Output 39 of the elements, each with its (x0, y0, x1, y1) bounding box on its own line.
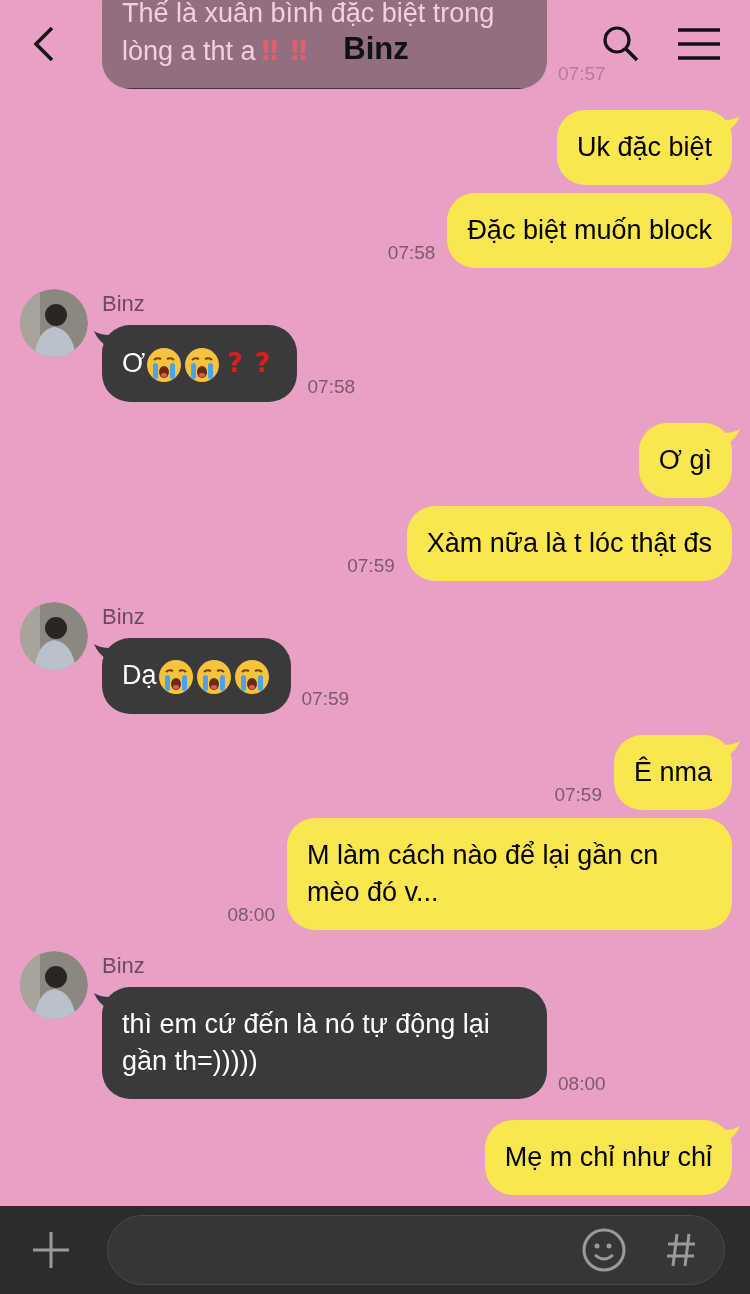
message-time: 08:00 (227, 904, 275, 924)
sender-name: Binz (102, 952, 146, 979)
avatar (20, 289, 88, 357)
avatar (20, 950, 88, 1019)
message-time: 07:58 (307, 376, 356, 396)
hashtag-icon (666, 1232, 696, 1268)
chat-title: Binz (343, 32, 409, 64)
plus-icon (32, 1231, 70, 1269)
crying-face-icon (184, 346, 221, 383)
avatar (20, 601, 88, 670)
crying-face-icon (233, 658, 270, 695)
message-bubble: Dạ (102, 637, 291, 714)
smiley-icon (582, 1228, 626, 1272)
message-bubble: M làm cách nào để lại gần cn mèo đó v... (287, 817, 732, 930)
search-icon (602, 25, 640, 63)
menu-icon (678, 28, 720, 60)
add-button[interactable] (32, 1230, 72, 1270)
message-bubble: thì em cứ đến là nó tự động lại gần th=))))) (102, 986, 547, 1099)
sender-name: Binz (102, 291, 146, 317)
message-bubble: Ơ ? ? (102, 325, 297, 402)
message-time: 07:59 (301, 688, 350, 708)
message-bubble: Uk đặc biệt (556, 110, 732, 185)
message-bubble: Mẹ m chỉ như chỉ (484, 1119, 732, 1195)
message-bubble: Ê nma (613, 734, 732, 810)
emoji-button[interactable] (582, 1228, 626, 1272)
message-bubble: Xàm nữa là t lóc thật đs (406, 505, 732, 581)
menu-button[interactable] (678, 28, 720, 60)
message-bubble: Đặc biệt muốn block (447, 193, 732, 268)
message-bubble: Ơ gì (638, 422, 732, 498)
message-time: 07:58 (387, 243, 436, 262)
message-time: 07:59 (554, 784, 602, 804)
crying-face-icon (195, 658, 232, 695)
hashtag-button[interactable] (666, 1232, 696, 1268)
crying-face-icon (157, 658, 194, 695)
crying-face-icon (146, 346, 183, 383)
message-time: 07:59 (347, 555, 395, 575)
search-button[interactable] (602, 25, 640, 63)
sender-name: Binz (102, 603, 146, 630)
message-time: 08:00 (558, 1073, 606, 1093)
